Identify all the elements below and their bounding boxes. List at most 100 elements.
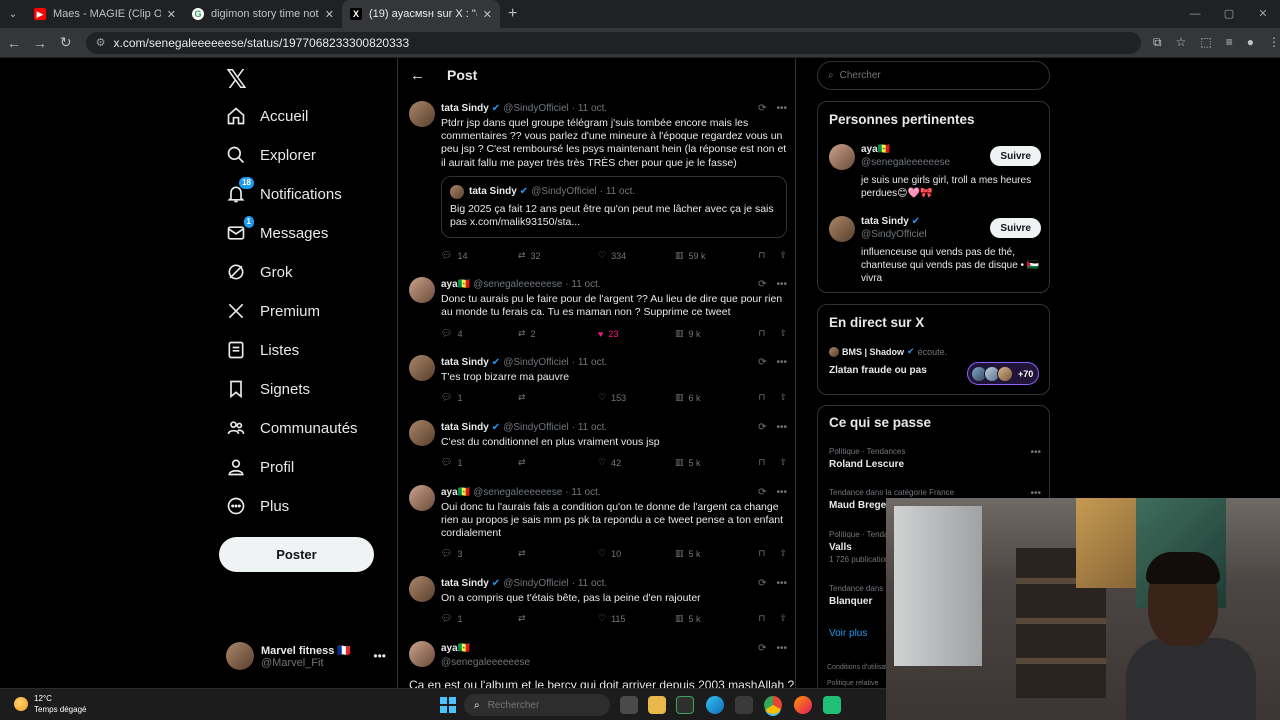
tweet-date[interactable]: · 11 oct.: [572, 578, 607, 589]
bookmark-icon[interactable]: ⊓: [758, 457, 765, 468]
listeners-pill[interactable]: +70: [967, 362, 1039, 385]
footer-policy-link[interactable]: Politique relative: [827, 680, 878, 687]
grok-icon[interactable]: ⟳: [758, 103, 766, 114]
search-input[interactable]: [839, 70, 1020, 81]
author-handle[interactable]: @senegaleeeeeese: [441, 657, 530, 668]
like-button[interactable]: ♡ 334: [598, 250, 675, 261]
sidebar-item-premium[interactable]: Premium: [226, 301, 320, 321]
author-handle[interactable]: @senegaleeeeeese: [473, 487, 562, 498]
windows-start-icon[interactable]: [440, 697, 456, 713]
person-handle[interactable]: @senegaleeeeeese: [861, 157, 950, 168]
more-horizontal-icon[interactable]: •••: [776, 578, 787, 589]
more-horizontal-icon[interactable]: •••: [373, 649, 386, 663]
browser-tab-x[interactable]: X (19) ayaсмѕн sur X : "@SindyOf ✕: [342, 0, 500, 28]
avatar[interactable]: [409, 576, 435, 602]
author-name[interactable]: tata Sindy: [441, 578, 489, 589]
reply-button[interactable]: 💬︎ 1: [441, 457, 518, 468]
profile-avatar-icon[interactable]: ●: [1247, 35, 1254, 50]
forward-arrow-icon[interactable]: →: [28, 35, 52, 51]
new-tab-button[interactable]: +: [508, 5, 517, 23]
firefox-icon[interactable]: [794, 696, 812, 714]
grok-icon[interactable]: ⟳: [758, 643, 766, 654]
reply-button[interactable]: 💬︎ 14: [441, 250, 518, 261]
chrome-icon[interactable]: [764, 696, 782, 714]
sidebar-item-more[interactable]: Plus: [226, 496, 289, 516]
share-icon[interactable]: ⇧: [779, 457, 787, 468]
retweet-button[interactable]: ⇄ 2: [518, 328, 598, 339]
task-view-icon[interactable]: [620, 696, 638, 714]
close-tab-icon[interactable]: ✕: [167, 8, 176, 21]
follow-button[interactable]: Suivre: [990, 146, 1041, 166]
close-window-icon[interactable]: ✕: [1246, 0, 1280, 28]
more-horizontal-icon[interactable]: •••: [776, 487, 787, 498]
bookmark-star-icon[interactable]: ☆: [1176, 35, 1187, 50]
avatar[interactable]: [409, 101, 435, 127]
bookmark-icon[interactable]: ⊓: [758, 392, 765, 403]
site-info-icon[interactable]: ⚙: [96, 36, 106, 49]
more-horizontal-icon[interactable]: •••: [1030, 447, 1041, 458]
maximize-icon[interactable]: ▢: [1212, 0, 1246, 28]
share-icon[interactable]: ⇧: [779, 392, 787, 403]
avatar[interactable]: [829, 144, 855, 170]
views-button[interactable]: ▥ 5 k: [675, 548, 755, 559]
more-horizontal-icon[interactable]: •••: [776, 357, 787, 368]
reply-button[interactable]: 💬︎ 4: [441, 328, 518, 339]
grok-icon[interactable]: ⟳: [758, 357, 766, 368]
author-handle[interactable]: @senegaleeeeeese: [473, 279, 562, 290]
retweet-button[interactable]: ⇄: [518, 548, 598, 559]
see-more-link[interactable]: Voir plus: [829, 628, 867, 639]
tweet-date[interactable]: · 11 oct.: [572, 357, 607, 368]
post-button[interactable]: Poster: [219, 537, 374, 572]
author-name[interactable]: aya🇸🇳: [441, 643, 470, 654]
more-horizontal-icon[interactable]: •••: [776, 103, 787, 114]
account-switcher[interactable]: Marvel fitness 🇫🇷 @Marvel_Fit •••: [226, 642, 386, 670]
grok-icon[interactable]: ⟳: [758, 422, 766, 433]
more-horizontal-icon[interactable]: •••: [776, 279, 787, 290]
views-button[interactable]: ▥ 5 k: [675, 613, 755, 624]
sidebar-item-messages[interactable]: 1 Messages: [226, 216, 328, 243]
avatar[interactable]: [829, 216, 855, 242]
minimize-icon[interactable]: —: [1178, 0, 1212, 28]
tweet-date[interactable]: · 11 oct.: [572, 422, 607, 433]
x-logo-icon[interactable]: 𝕏: [226, 64, 247, 95]
avatar[interactable]: [409, 641, 435, 667]
bookmark-icon[interactable]: ⊓: [758, 328, 765, 339]
more-horizontal-icon[interactable]: •••: [776, 643, 787, 654]
like-button[interactable]: ♡ 42: [598, 457, 675, 468]
author-name[interactable]: aya🇸🇳: [441, 279, 470, 290]
retweet-button[interactable]: ⇄: [518, 613, 598, 624]
sidebar-item-bookmarks[interactable]: Signets: [226, 379, 310, 399]
app-icon[interactable]: [823, 696, 841, 714]
back-arrow-icon[interactable]: ←: [2, 35, 26, 51]
retweet-button[interactable]: ⇄: [518, 392, 598, 403]
browser-menu-icon[interactable]: ⋮: [1268, 35, 1280, 50]
grok-icon[interactable]: ⟳: [758, 279, 766, 290]
sidebar-item-lists[interactable]: Listes: [226, 340, 299, 360]
browser-tab-google[interactable]: G digimon story time note jvc - Re ✕: [184, 0, 342, 28]
like-button[interactable]: ♡ 10: [598, 548, 675, 559]
share-icon[interactable]: ⇧: [779, 548, 787, 559]
share-icon[interactable]: ⇧: [779, 250, 787, 261]
taskbar-search[interactable]: ⌕: [464, 694, 610, 716]
file-explorer-icon[interactable]: [648, 696, 666, 714]
person-handle[interactable]: @SindyOfficiel: [861, 229, 927, 240]
reading-list-icon[interactable]: ≡: [1226, 35, 1233, 50]
author-name[interactable]: aya🇸🇳: [441, 487, 470, 498]
person-name[interactable]: tata Sindy ✔: [861, 216, 920, 227]
retweet-button[interactable]: ⇄: [518, 457, 598, 468]
views-button[interactable]: ▥ 59 k: [675, 250, 755, 261]
author-handle[interactable]: @SindyOfficiel: [503, 422, 569, 433]
live-card[interactable]: En direct sur X BMS | Shadow ✔ écoute. Z…: [817, 304, 1050, 395]
sidebar-item-explore[interactable]: Explorer: [226, 145, 316, 165]
url-field[interactable]: ⚙ x.com/senegaleeeeeese/status/197706823…: [85, 31, 1142, 54]
author-name[interactable]: tata Sindy: [441, 422, 489, 433]
weather-widget[interactable]: 12°C Temps dégagé: [14, 693, 86, 715]
bookmark-icon[interactable]: ⊓: [758, 613, 765, 624]
tweet-date[interactable]: · 11 oct.: [572, 103, 607, 114]
taskbar-search-input[interactable]: [487, 699, 598, 711]
sidebar-item-communities[interactable]: Communautés: [226, 418, 358, 438]
avatar[interactable]: [409, 355, 435, 381]
retweet-button[interactable]: ⇄ 32: [518, 250, 598, 261]
share-icon[interactable]: ⇧: [779, 613, 787, 624]
author-handle[interactable]: @SindyOfficiel: [503, 578, 569, 589]
